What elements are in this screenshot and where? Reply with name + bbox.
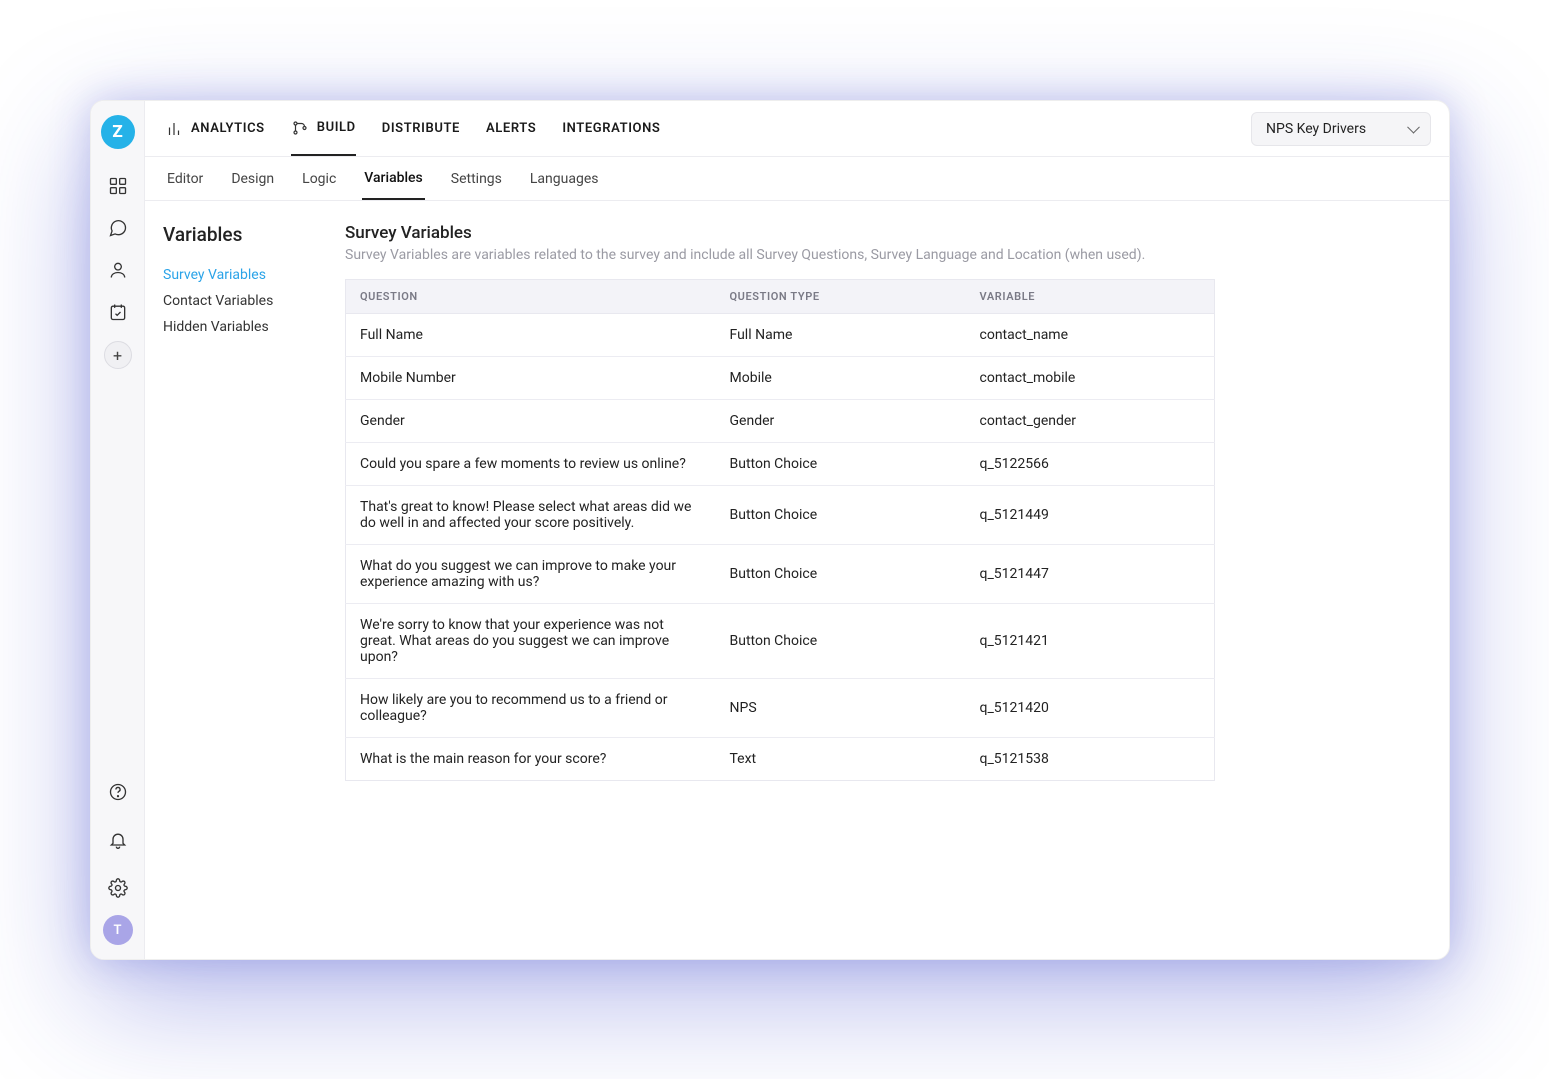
topbar: ANALYTICS BUILD DISTRIBUTE ALERTS INTEGR… (145, 101, 1449, 157)
table-row: What is the main reason for your score?T… (346, 738, 1215, 781)
th-variable: VARIABLE (966, 280, 1215, 314)
topnav-label: ANALYTICS (191, 121, 265, 136)
notifications-icon[interactable] (100, 822, 136, 858)
nav-user-icon[interactable] (100, 252, 136, 288)
th-question: QUESTION (346, 280, 716, 314)
sidelink-survey-variables[interactable]: Survey Variables (163, 262, 327, 288)
left-rail: Z + T (91, 101, 145, 959)
cell-question: Gender (346, 400, 716, 443)
cell-variable: q_5121538 (966, 738, 1215, 781)
cell-question: What do you suggest we can improve to ma… (346, 545, 716, 604)
cell-type: Mobile (716, 357, 966, 400)
cell-variable: q_5121447 (966, 545, 1215, 604)
cell-question: Mobile Number (346, 357, 716, 400)
cell-question: What is the main reason for your score? (346, 738, 716, 781)
cell-variable: q_5121449 (966, 486, 1215, 545)
cell-variable: contact_name (966, 314, 1215, 357)
sidelink-hidden-variables[interactable]: Hidden Variables (163, 314, 327, 340)
cell-type: Full Name (716, 314, 966, 357)
topnav-label: ALERTS (486, 121, 536, 136)
topnav-label: DISTRIBUTE (382, 121, 460, 136)
settings-icon[interactable] (100, 870, 136, 906)
cell-type: Gender (716, 400, 966, 443)
th-type: QUESTION TYPE (716, 280, 966, 314)
topnav-alerts[interactable]: ALERTS (486, 101, 536, 156)
content-area: Variables Survey Variables Contact Varia… (145, 201, 1449, 959)
cell-variable: q_5121421 (966, 604, 1215, 679)
brand-logo[interactable]: Z (101, 115, 135, 149)
cell-question: Full Name (346, 314, 716, 357)
table-row: GenderGendercontact_gender (346, 400, 1215, 443)
section-description: Survey Variables are variables related t… (345, 247, 1425, 263)
main-column: ANALYTICS BUILD DISTRIBUTE ALERTS INTEGR… (145, 101, 1449, 959)
subnav: Editor Design Logic Variables Settings L… (145, 157, 1449, 201)
subnav-variables[interactable]: Variables (362, 158, 424, 200)
avatar[interactable]: T (103, 915, 133, 945)
subnav-editor[interactable]: Editor (165, 159, 205, 199)
cell-question: That's great to know! Please select what… (346, 486, 716, 545)
table-row: What do you suggest we can improve to ma… (346, 545, 1215, 604)
table-row: Could you spare a few moments to review … (346, 443, 1215, 486)
topnav-analytics[interactable]: ANALYTICS (165, 101, 265, 156)
cell-type: Button Choice (716, 443, 966, 486)
cell-question: We're sorry to know that your experience… (346, 604, 716, 679)
cell-variable: contact_mobile (966, 357, 1215, 400)
subnav-languages[interactable]: Languages (528, 159, 601, 199)
help-icon[interactable] (100, 774, 136, 810)
cell-type: Button Choice (716, 545, 966, 604)
topnav-label: INTEGRATIONS (562, 121, 660, 136)
cell-type: NPS (716, 679, 966, 738)
table-row: That's great to know! Please select what… (346, 486, 1215, 545)
cell-type: Button Choice (716, 604, 966, 679)
table-row: Full NameFull Namecontact_name (346, 314, 1215, 357)
nav-task-icon[interactable] (100, 294, 136, 330)
cell-variable: q_5122566 (966, 443, 1215, 486)
cell-question: How likely are you to recommend us to a … (346, 679, 716, 738)
table-row: Mobile NumberMobilecontact_mobile (346, 357, 1215, 400)
topnav-label: BUILD (317, 120, 356, 135)
project-selector[interactable]: NPS Key Drivers (1251, 112, 1431, 146)
nav-dashboard-icon[interactable] (100, 168, 136, 204)
table-row: How likely are you to recommend us to a … (346, 679, 1215, 738)
project-selector-label: NPS Key Drivers (1266, 121, 1366, 137)
cell-question: Could you spare a few moments to review … (346, 443, 716, 486)
sidelink-contact-variables[interactable]: Contact Variables (163, 288, 327, 314)
topnav-distribute[interactable]: DISTRIBUTE (382, 101, 460, 156)
sidepanel-title: Variables (163, 223, 327, 246)
variables-sidepanel: Variables Survey Variables Contact Varia… (145, 201, 345, 959)
add-button[interactable]: + (104, 341, 132, 369)
cell-type: Button Choice (716, 486, 966, 545)
table-row: We're sorry to know that your experience… (346, 604, 1215, 679)
nav-chat-icon[interactable] (100, 210, 136, 246)
cell-type: Text (716, 738, 966, 781)
cell-variable: contact_gender (966, 400, 1215, 443)
variables-table: QUESTION QUESTION TYPE VARIABLE Full Nam… (345, 279, 1215, 781)
subnav-design[interactable]: Design (229, 159, 276, 199)
subnav-logic[interactable]: Logic (300, 159, 338, 199)
topnav-build[interactable]: BUILD (291, 101, 356, 156)
section-title: Survey Variables (345, 223, 1425, 243)
topnav-integrations[interactable]: INTEGRATIONS (562, 101, 660, 156)
subnav-settings[interactable]: Settings (449, 159, 504, 199)
cell-variable: q_5121420 (966, 679, 1215, 738)
main-panel: Survey Variables Survey Variables are va… (345, 201, 1449, 959)
app-window: Z + T (90, 100, 1450, 960)
